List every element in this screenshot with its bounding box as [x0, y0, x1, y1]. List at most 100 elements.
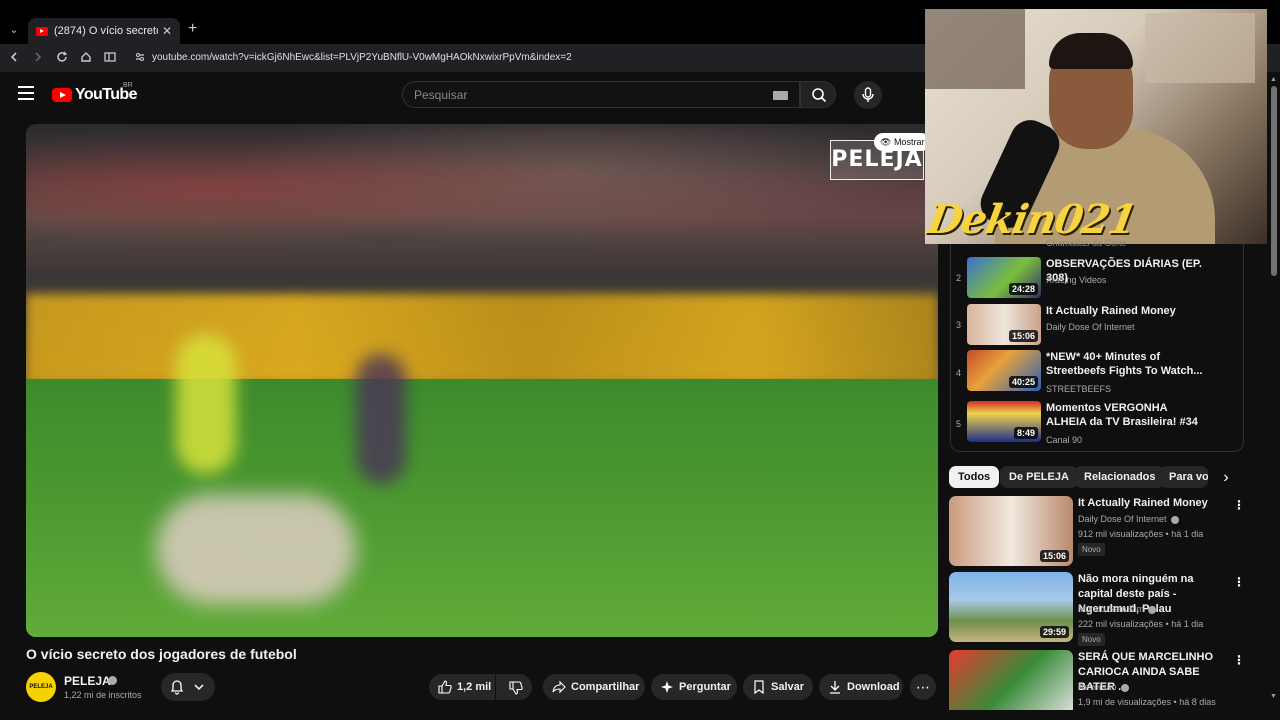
- recommendation-channel: Reversão: [1078, 682, 1129, 692]
- kebab-icon[interactable]: ⋮: [1233, 653, 1245, 667]
- kebab-icon[interactable]: ⋮: [1233, 498, 1245, 512]
- playlist-title: Momentos VERGONHA ALHEIA da TV Brasileir…: [1046, 402, 1198, 428]
- search-box: [402, 81, 800, 108]
- video-frame-player: [356, 354, 406, 484]
- forward-icon[interactable]: [30, 50, 46, 66]
- reload-icon[interactable]: [54, 50, 70, 66]
- sparkle-icon: [661, 681, 673, 693]
- download-button[interactable]: Download: [819, 674, 903, 700]
- duration: 24:28: [1008, 283, 1038, 295]
- playlist-title: It Actually Rained Money: [1046, 305, 1176, 317]
- recommendation-item[interactable]: 15:06 It Actually Rained Money Daily Dos…: [949, 496, 1245, 568]
- playlist-index: 3: [956, 320, 962, 330]
- chip-from-channel[interactable]: De PELEJA: [1000, 466, 1078, 488]
- playlist-title: *NEW* 40+ Minutes of Streetbeefs Fights …: [1046, 351, 1203, 377]
- recommendation-meta: 1,9 mi de visualizações • há 8 dias: [1078, 697, 1216, 707]
- voice-search-button[interactable]: [854, 81, 882, 109]
- video-frame-player: [176, 334, 236, 474]
- keyboard-icon[interactable]: [773, 91, 788, 100]
- home-icon[interactable]: [78, 50, 94, 66]
- bookmark-icon: [754, 680, 764, 694]
- streamer-name: Dekin021: [923, 196, 1140, 243]
- verified-icon: [1148, 605, 1157, 614]
- thumbs-up-icon: [438, 680, 452, 694]
- video-frame-player: [156, 494, 356, 604]
- recommendation-item[interactable]: SERÁ QUE MARCELINHO CARIOCA AINDA SABE B…: [949, 650, 1245, 710]
- subscriber-count: 1,22 mi de inscritos: [64, 690, 142, 700]
- video-frame-pitch: [26, 379, 938, 637]
- recommendation-item[interactable]: 29:59 Não mora ninguém na capital deste …: [949, 572, 1245, 646]
- like-button[interactable]: 1,2 mil: [429, 674, 495, 700]
- browser-tab[interactable]: (2874) O vício secreto dos jogadores de …: [28, 18, 180, 44]
- recommendation-thumbnail: [949, 650, 1073, 710]
- save-button[interactable]: Salvar: [743, 674, 813, 700]
- playlist-item[interactable]: 2 24:28 OBSERVAÇÕES DIÁRIAS (EP. 308) Xr…: [950, 255, 1244, 303]
- duration: 8:49: [1013, 427, 1038, 439]
- verified-icon: [1170, 515, 1179, 524]
- download-icon: [830, 681, 840, 694]
- channel-avatar[interactable]: PELEJA: [26, 672, 56, 702]
- recommendation-meta: 222 mil visualizações • há 1 dia: [1078, 619, 1204, 629]
- sidebar-icon[interactable]: [102, 50, 118, 66]
- scroll-down-icon[interactable]: ▼: [1270, 693, 1277, 700]
- notification-button[interactable]: [161, 673, 215, 701]
- search-icon: [812, 88, 827, 103]
- recommendation-title: It Actually Rained Money: [1078, 497, 1208, 509]
- duration: 15:06: [1008, 330, 1038, 342]
- channel-label: Mundo Sem Fim: [1078, 604, 1145, 614]
- recommendation-channel: Mundo Sem Fim: [1078, 604, 1157, 614]
- playlist-partial-row: Chamadas da Corte: [1046, 238, 1127, 248]
- youtube-play-icon: [52, 88, 72, 102]
- back-icon[interactable]: [6, 50, 22, 66]
- address-bar[interactable]: youtube.com/watch?v=ickGj6NhEwc&list=PLV…: [152, 52, 572, 63]
- ask-button[interactable]: Perguntar: [651, 674, 737, 700]
- recommendation-channel: Daily Dose Of Internet: [1078, 514, 1179, 524]
- duration: 29:59: [1039, 626, 1069, 638]
- playlist-item[interactable]: 3 15:06 It Actually Rained Money Daily D…: [950, 302, 1244, 350]
- duration: 40:25: [1008, 376, 1038, 388]
- kebab-icon[interactable]: ⋮: [1233, 575, 1245, 589]
- playlist-index: 5: [956, 419, 962, 429]
- bell-icon: [170, 680, 184, 695]
- share-button[interactable]: Compartilhar: [543, 674, 645, 700]
- recommendation-thumbnail: 29:59: [949, 572, 1073, 642]
- playlist-item[interactable]: 5 8:49 Momentos VERGONHA ALHEIA da TV Br…: [950, 399, 1244, 447]
- playlist-index: 2: [956, 273, 962, 283]
- page-scrollbar[interactable]: [1271, 86, 1277, 276]
- channel-label: Daily Dose Of Internet: [1078, 514, 1167, 524]
- mic-icon: [862, 87, 874, 102]
- verified-icon: [1120, 683, 1129, 692]
- new-tab-icon[interactable]: +: [188, 20, 197, 38]
- youtube-logo[interactable]: YouTube BR: [52, 82, 137, 104]
- video-frame-crowd: [26, 124, 938, 284]
- chevron-right-icon[interactable]: ›: [1218, 470, 1234, 486]
- menu-icon[interactable]: [18, 86, 34, 102]
- playlist-thumbnail: 40:25: [967, 350, 1041, 391]
- search-input[interactable]: [414, 88, 744, 102]
- scroll-up-icon[interactable]: ▲: [1270, 76, 1277, 83]
- chip-all[interactable]: Todos: [949, 466, 1000, 488]
- site-info-icon[interactable]: [134, 51, 148, 65]
- search-button[interactable]: [800, 81, 836, 108]
- playlist-channel: Canal 90: [1046, 435, 1083, 445]
- dislike-button[interactable]: [496, 674, 532, 700]
- playlist-thumbnail: 15:06: [967, 304, 1041, 345]
- show-button[interactable]: 👁 Mostrar: [874, 133, 931, 151]
- verified-icon: [108, 676, 117, 685]
- chip-for-you[interactable]: Para você: [1160, 466, 1208, 488]
- country-code: BR: [123, 82, 133, 89]
- chip-related[interactable]: Relacionados: [1075, 466, 1165, 488]
- channel-name[interactable]: PELEJA: [64, 674, 111, 688]
- playlist-channel: Xracing Videos: [1046, 275, 1107, 285]
- video-player[interactable]: PELEJA 👁 Mostrar: [26, 124, 938, 637]
- recommendation-thumbnail: 15:06: [949, 496, 1073, 566]
- chevron-down-icon: [194, 684, 204, 691]
- close-tab-icon[interactable]: ✕: [162, 24, 172, 38]
- share-label: Compartilhar: [571, 681, 640, 693]
- tab-list-icon[interactable]: ⌄: [6, 22, 22, 38]
- video-title: O vício secreto dos jogadores de futebol: [26, 646, 297, 662]
- playlist-item[interactable]: 4 40:25 *NEW* 40+ Minutes of Streetbeefs…: [950, 348, 1244, 396]
- playlist-channel: Daily Dose Of Internet: [1046, 322, 1135, 332]
- more-icon[interactable]: ⋯: [910, 674, 936, 700]
- new-badge: Novo: [1078, 543, 1105, 556]
